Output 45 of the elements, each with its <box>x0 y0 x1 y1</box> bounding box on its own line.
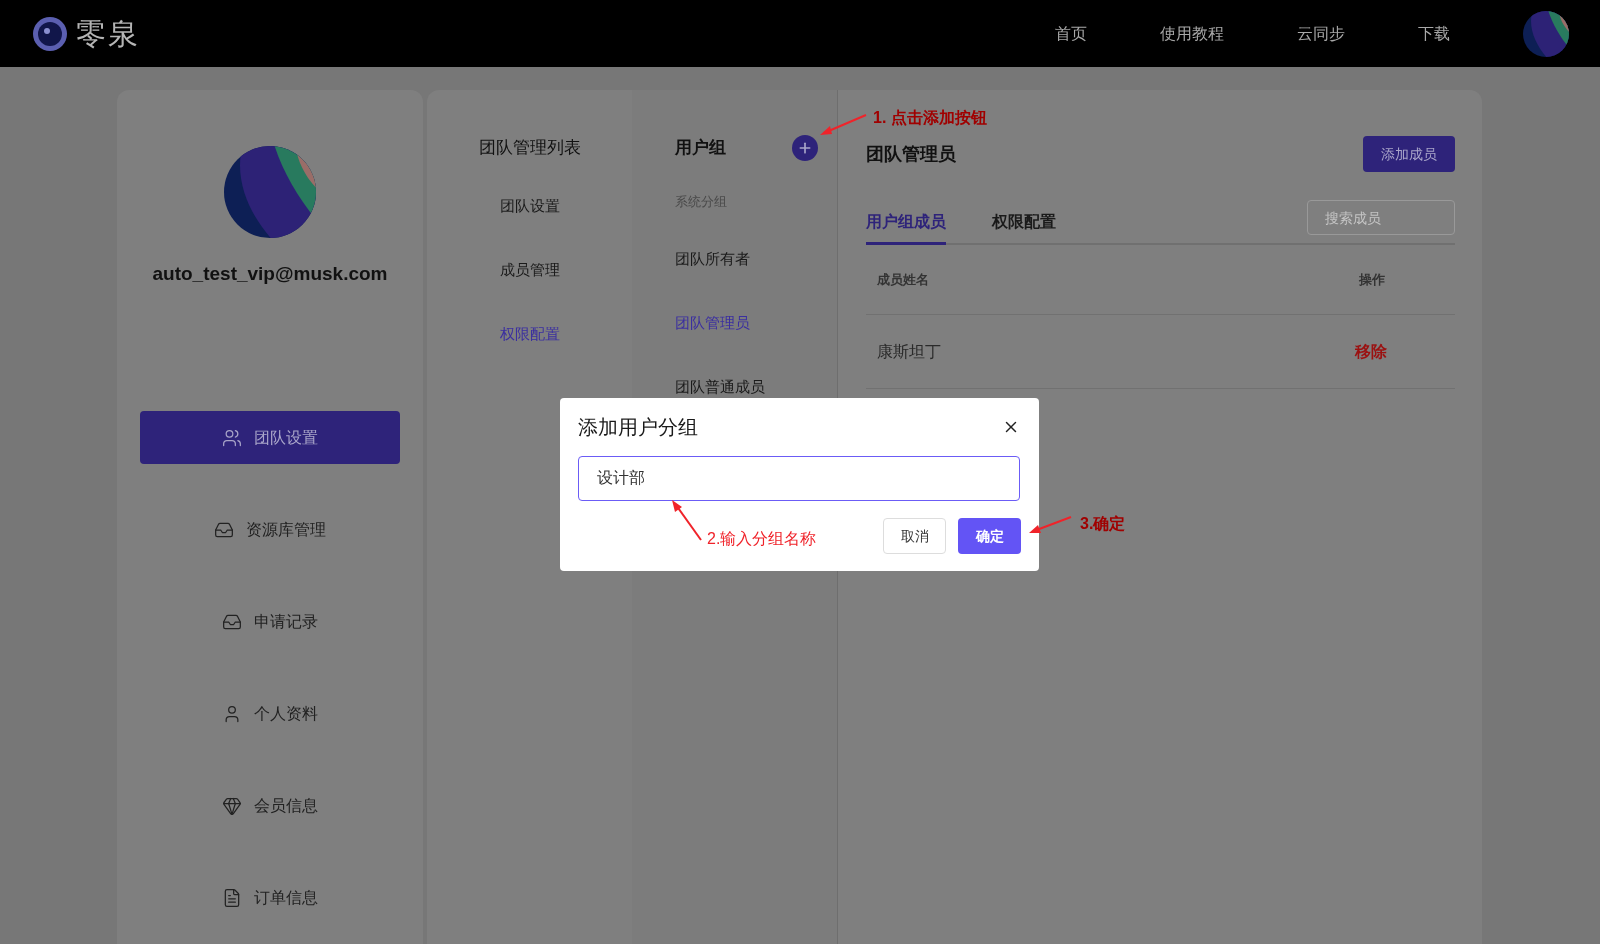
menu-item[interactable]: 成员管理 <box>499 258 560 282</box>
column-header: 成员姓名 <box>877 270 929 289</box>
nav-link[interactable]: 首页 <box>1055 21 1087 46</box>
plus-icon <box>797 140 813 156</box>
sidebar-item[interactable]: 资源库管理 <box>202 509 338 550</box>
table-cell-text: 康斯坦丁 <box>877 341 941 362</box>
tab[interactable]: 权限配置 <box>992 210 1056 245</box>
menu-item[interactable]: 权限配置 <box>499 322 560 346</box>
tab[interactable]: 用户组成员 <box>866 210 946 245</box>
user-email: auto_test_vip@musk.com <box>152 262 388 286</box>
dialog-title: 添加用户分组 <box>578 415 698 440</box>
annotation-arrow <box>670 498 704 542</box>
nav-link[interactable]: 下载 <box>1418 21 1450 46</box>
add-group-button[interactable] <box>792 135 818 161</box>
annotation-arrow <box>1027 514 1073 536</box>
annotation-text: 3.确定 <box>1080 514 1126 534</box>
group-item[interactable]: 团队管理员 <box>675 311 750 335</box>
sidebar-item[interactable]: 申请记录 <box>210 601 330 642</box>
logo-icon <box>32 15 68 52</box>
user-avatar <box>1523 10 1569 57</box>
panel-title: 团队管理员 <box>866 142 956 166</box>
cancel-button[interactable]: 取消 <box>883 518 946 554</box>
column-title: 用户组 <box>675 137 726 160</box>
logo-text: 零泉 <box>76 16 140 52</box>
annotation-arrow <box>818 113 868 137</box>
sidebar-item-icon <box>222 427 242 448</box>
nav-link[interactable]: 使用教程 <box>1160 21 1224 46</box>
sidebar-item[interactable]: 团队设置 <box>140 411 400 464</box>
column-title: 团队管理列表 <box>478 137 581 159</box>
sidebar-item[interactable]: 会员信息 <box>210 785 330 826</box>
add-member-button[interactable]: 添加成员 <box>1363 136 1455 172</box>
sidebar-item[interactable]: 订单信息 <box>210 877 330 918</box>
confirm-button[interactable]: 确定 <box>958 518 1021 554</box>
input-field[interactable]: 设计部 <box>578 456 1020 501</box>
group-item[interactable]: 团队所有者 <box>675 247 750 271</box>
group-item[interactable]: 团队普通成员 <box>675 375 765 399</box>
annotation-text: 2.输入分组名称 <box>707 529 817 549</box>
sidebar-item-icon <box>222 795 242 816</box>
menu-item[interactable]: 团队设置 <box>499 194 560 218</box>
annotation-text: 1. 点击添加按钮 <box>873 108 987 128</box>
search-field[interactable]: 搜索成员 <box>1307 200 1455 235</box>
sidebar-item-icon <box>222 887 242 908</box>
column-header: 操作 <box>1359 270 1385 289</box>
nav-link[interactable]: 云同步 <box>1297 21 1345 46</box>
sidebar-item[interactable]: 个人资料 <box>210 693 330 734</box>
